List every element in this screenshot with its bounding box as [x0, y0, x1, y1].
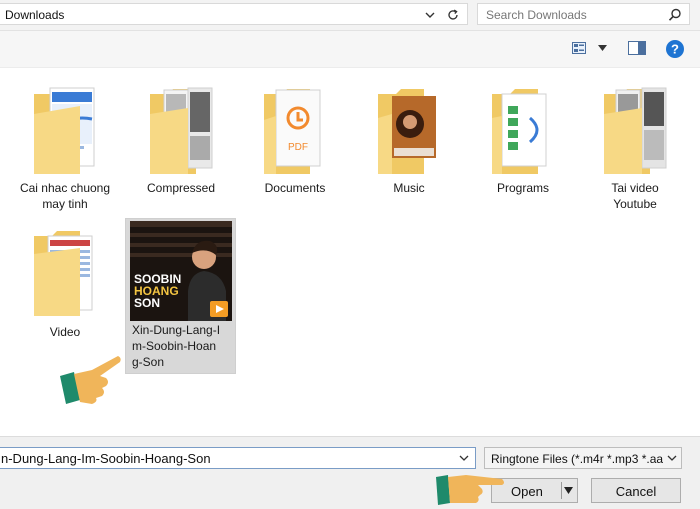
folder-item[interactable]: Compressed: [126, 84, 236, 214]
folder-icon: [34, 87, 95, 174]
pointing-hand-icon: [60, 356, 121, 404]
pointing-hand-icon: [436, 475, 504, 505]
folder-label: Cai nhac chuong may tinh: [19, 181, 111, 211]
split-divider: [561, 482, 562, 499]
music-folder-icon: [378, 89, 436, 174]
cancel-button[interactable]: Cancel: [591, 478, 681, 503]
folder-item[interactable]: Cai nhac chuong may tinh: [10, 84, 120, 214]
pdf-folder-icon: PDF: [264, 89, 321, 174]
svg-text:PDF: PDF: [288, 142, 308, 153]
folder-label: Video: [49, 325, 81, 339]
folder-item[interactable]: Music: [354, 84, 464, 214]
dialog-footer: n-Dung-Lang-Im-Soobin-Hoang-Son Ringtone…: [0, 436, 700, 509]
folder-item[interactable]: Video: [10, 228, 120, 343]
refresh-icon[interactable]: [446, 8, 460, 22]
file-label: Xin-Dung-Lang-I m-Soobin-Hoan g-Son: [132, 323, 221, 369]
file-name-value[interactable]: n-Dung-Lang-Im-Soobin-Hoang-Son: [1, 451, 211, 466]
folder-icon: [150, 87, 213, 174]
folder-icon: [492, 89, 547, 174]
folder-item[interactable]: Programs: [468, 84, 578, 214]
search-placeholder[interactable]: Search Downloads: [486, 8, 587, 22]
album-art-thumbnail: SOOBIN HOANG SON: [130, 221, 232, 321]
chevron-down-icon[interactable]: [458, 452, 470, 464]
svg-text:SON: SON: [134, 296, 160, 310]
address-bar[interactable]: Downloads: [0, 3, 468, 25]
folder-icon: [604, 87, 667, 174]
preview-pane-icon[interactable]: [628, 41, 646, 55]
folder-item[interactable]: Tai video Youtube: [580, 84, 690, 214]
search-box[interactable]: Search Downloads: [477, 3, 690, 25]
cancel-button-label[interactable]: Cancel: [592, 484, 680, 499]
folder-label: Tai video Youtube: [611, 181, 659, 211]
folder-label: Programs: [496, 181, 549, 195]
command-toolbar: ?: [0, 31, 700, 68]
help-icon[interactable]: ?: [665, 39, 685, 59]
folder-label: Compressed: [146, 181, 216, 195]
chevron-down-icon[interactable]: [598, 45, 607, 51]
folder-icon: [34, 231, 93, 316]
chevron-down-icon[interactable]: [564, 487, 573, 494]
chevron-down-icon[interactable]: [667, 453, 677, 463]
view-options-icon[interactable]: [572, 42, 586, 54]
folder-label: Music: [393, 181, 425, 195]
file-name-field[interactable]: n-Dung-Lang-Im-Soobin-Hoang-Son: [0, 447, 476, 469]
chevron-down-icon[interactable]: [423, 8, 437, 22]
folder-item[interactable]: PDF Documents: [240, 84, 350, 214]
audio-file-item[interactable]: Xin-Dung-Lang-I m-Soobin-Hoan g-Son: [126, 318, 236, 378]
open-button-label[interactable]: Open: [511, 484, 543, 499]
svg-text:?: ?: [671, 42, 679, 57]
file-type-select[interactable]: Ringtone Files (*.m4r *.mp3 *.aac: [484, 447, 682, 469]
file-type-value[interactable]: Ringtone Files (*.m4r *.mp3 *.aac: [491, 452, 663, 466]
file-list: Cai nhac chuong may tinh Compressed PDF …: [0, 68, 700, 435]
address-toolbar: Downloads Search Downloads: [0, 0, 700, 31]
folder-label: Documents: [264, 181, 326, 195]
search-icon[interactable]: [667, 7, 683, 23]
address-path[interactable]: Downloads: [5, 8, 64, 22]
